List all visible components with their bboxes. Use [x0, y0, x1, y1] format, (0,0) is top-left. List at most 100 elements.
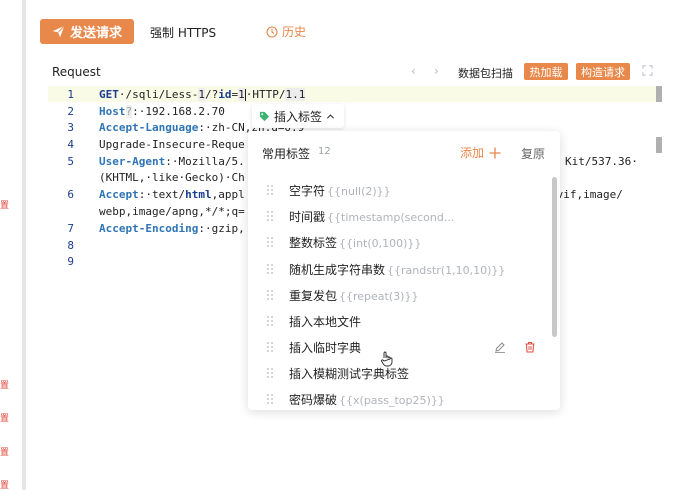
tag-item-label: 重复发包 {{repeat(3)}}: [289, 287, 418, 304]
code-line-6-wrap[interactable]: webp,image/apng,*/*;q=: [99, 205, 245, 218]
left-mark: 置: [0, 414, 10, 424]
line-number: 7: [67, 222, 74, 235]
code-line-7[interactable]: Accept-Encoding:·gzip,: [99, 222, 245, 235]
drag-handle-icon[interactable]: [266, 289, 274, 301]
left-divider: [22, 0, 26, 490]
drag-handle-icon[interactable]: [266, 393, 274, 405]
force-https-toggle[interactable]: 强制 HTTPS: [150, 24, 216, 41]
tag-item-label: 整数标签 {{int(0,100)}}: [289, 234, 421, 251]
delete-icon[interactable]: [524, 341, 536, 353]
tag-icon: [259, 111, 270, 121]
header-value: html: [185, 188, 212, 201]
edit-icon[interactable]: [494, 341, 506, 353]
code-text: /?: [204, 88, 219, 101]
tag-item-hovered[interactable]: 插入临时字典: [248, 334, 548, 360]
tag-name: 插入本地文件: [289, 314, 362, 329]
tag-item[interactable]: 随机生成字符串数 {{randstr(1,10,10)}}: [248, 256, 548, 282]
expand-icon[interactable]: [642, 65, 653, 76]
header-key: Accept-Language: [99, 121, 199, 134]
drag-handle-icon[interactable]: [266, 367, 274, 379]
left-mark: 置: [0, 381, 10, 391]
build-request-label: 构造请求: [581, 65, 625, 79]
build-request-button[interactable]: 构造请求: [576, 63, 630, 80]
code-line-4[interactable]: Upgrade-Insecure-Reque: [99, 138, 245, 151]
header-value: ,appl: [211, 188, 245, 201]
header-value: :·gzip,: [198, 222, 245, 235]
code-line-5-wrap[interactable]: (KHTML,·like·Gecko)·Ch: [99, 171, 245, 184]
code-line-6-tail[interactable]: avif,image/: [550, 188, 623, 201]
code-line-5[interactable]: User-Agent:·Mozilla/5.: [99, 155, 245, 168]
tag-item[interactable]: 整数标签 {{int(0,100)}}: [248, 229, 548, 255]
drag-handle-icon[interactable]: [266, 315, 274, 327]
code-line-2[interactable]: Host?:·192.168.2.70: [99, 105, 225, 118]
tag-count: 12: [318, 146, 331, 157]
header-value: Kit/537.36·: [565, 155, 638, 168]
tag-name: 插入临时字典: [289, 340, 362, 355]
reset-button[interactable]: 复原: [521, 145, 545, 162]
tag-item[interactable]: 时间戳 {{timestamp(second...: [248, 203, 548, 229]
hand-pointer-icon: [381, 351, 393, 367]
tag-name: 插入模糊测试字典标签: [289, 366, 410, 381]
tag-name: 重复发包: [289, 288, 338, 303]
tag-hint: {{x(pass_top25)}}: [339, 393, 445, 407]
header-value: avif,image/: [550, 188, 623, 201]
panel-scrollbar[interactable]: [552, 177, 557, 337]
insert-tag-button[interactable]: 插入标签: [252, 104, 344, 128]
tag-name: 密码爆破: [289, 392, 338, 407]
prev-arrow-icon[interactable]: ‹: [411, 64, 416, 78]
line-number: 1: [67, 88, 74, 101]
line-number: 3: [67, 121, 74, 134]
line-number: 8: [67, 239, 74, 252]
code-text: 1.1: [285, 88, 306, 101]
next-arrow-icon[interactable]: ›: [434, 64, 439, 78]
editor-scrollbar[interactable]: [656, 137, 662, 153]
header-value: webp,image/apng,*/*;q=: [99, 205, 245, 218]
line-number: 4: [67, 138, 74, 151]
tag-dropdown-panel: 常用标签 12 添加 复原 空字符 {{null(2)}} 时间戳 {{timest…: [248, 131, 560, 410]
header-key: Host: [99, 105, 126, 118]
tag-item[interactable]: 插入本地文件: [248, 308, 548, 334]
header-key: User-Agent: [99, 155, 166, 168]
drag-handle-icon[interactable]: [266, 263, 274, 275]
tag-name: 整数标签: [289, 235, 338, 250]
code-line-6[interactable]: Accept:·text/html,appl: [99, 188, 245, 201]
left-mark: 置: [0, 201, 10, 211]
query-param-value: 1: [238, 88, 245, 101]
code-text: Upgrade-Insecure-Reque: [99, 138, 245, 151]
line-number: 6: [67, 188, 74, 201]
send-request-button[interactable]: 发送请求: [40, 19, 134, 44]
tag-item-label: 插入临时字典: [289, 339, 363, 356]
packet-scan-button[interactable]: 数据包扫描: [458, 65, 513, 81]
tag-item[interactable]: 重复发包 {{repeat(3)}}: [248, 282, 548, 308]
panel-title: 常用标签: [262, 147, 311, 161]
code-line-1[interactable]: GET·/sqli/Less-1/?id=1·HTTP/1.1: [99, 88, 306, 101]
insert-tag-label: 插入标签: [274, 109, 323, 124]
history-label: 历史: [282, 25, 307, 39]
code-text: 1: [198, 88, 205, 101]
drag-handle-icon[interactable]: [266, 236, 274, 248]
drag-handle-icon[interactable]: [266, 184, 274, 196]
drag-handle-icon[interactable]: [266, 210, 274, 222]
http-method: GET: [99, 88, 119, 101]
add-tag-label: 添加: [460, 146, 485, 160]
tag-hint: {{int(0,100)}}: [339, 236, 422, 250]
tag-item[interactable]: 空字符 {{null(2)}}: [248, 177, 548, 203]
tag-name: 时间戳: [289, 209, 326, 224]
history-button[interactable]: 历史: [266, 23, 306, 40]
left-mark: 置: [0, 448, 10, 458]
tag-name: 空字符: [289, 183, 326, 198]
clock-icon: [266, 25, 278, 38]
drag-handle-icon[interactable]: [266, 341, 274, 353]
editor-scrollbar[interactable]: [656, 86, 662, 102]
code-line-5-tail[interactable]: Kit/537.36·: [565, 155, 638, 168]
add-tag-button[interactable]: 添加: [460, 144, 501, 161]
tag-item[interactable]: 插入模糊测试字典标签: [248, 360, 548, 386]
send-request-label: 发送请求: [69, 26, 122, 41]
header-key: Accept-Encoding: [99, 222, 199, 235]
plus-icon: [489, 147, 501, 158]
tag-item-label: 随机生成字符串数 {{randstr(1,10,10)}}: [289, 261, 505, 278]
line-number: 9: [67, 255, 74, 268]
tag-item[interactable]: 密码爆破 {{x(pass_top25)}}: [248, 386, 548, 412]
query-param-key: id: [218, 88, 232, 101]
hot-load-button[interactable]: 热加载: [524, 63, 568, 80]
